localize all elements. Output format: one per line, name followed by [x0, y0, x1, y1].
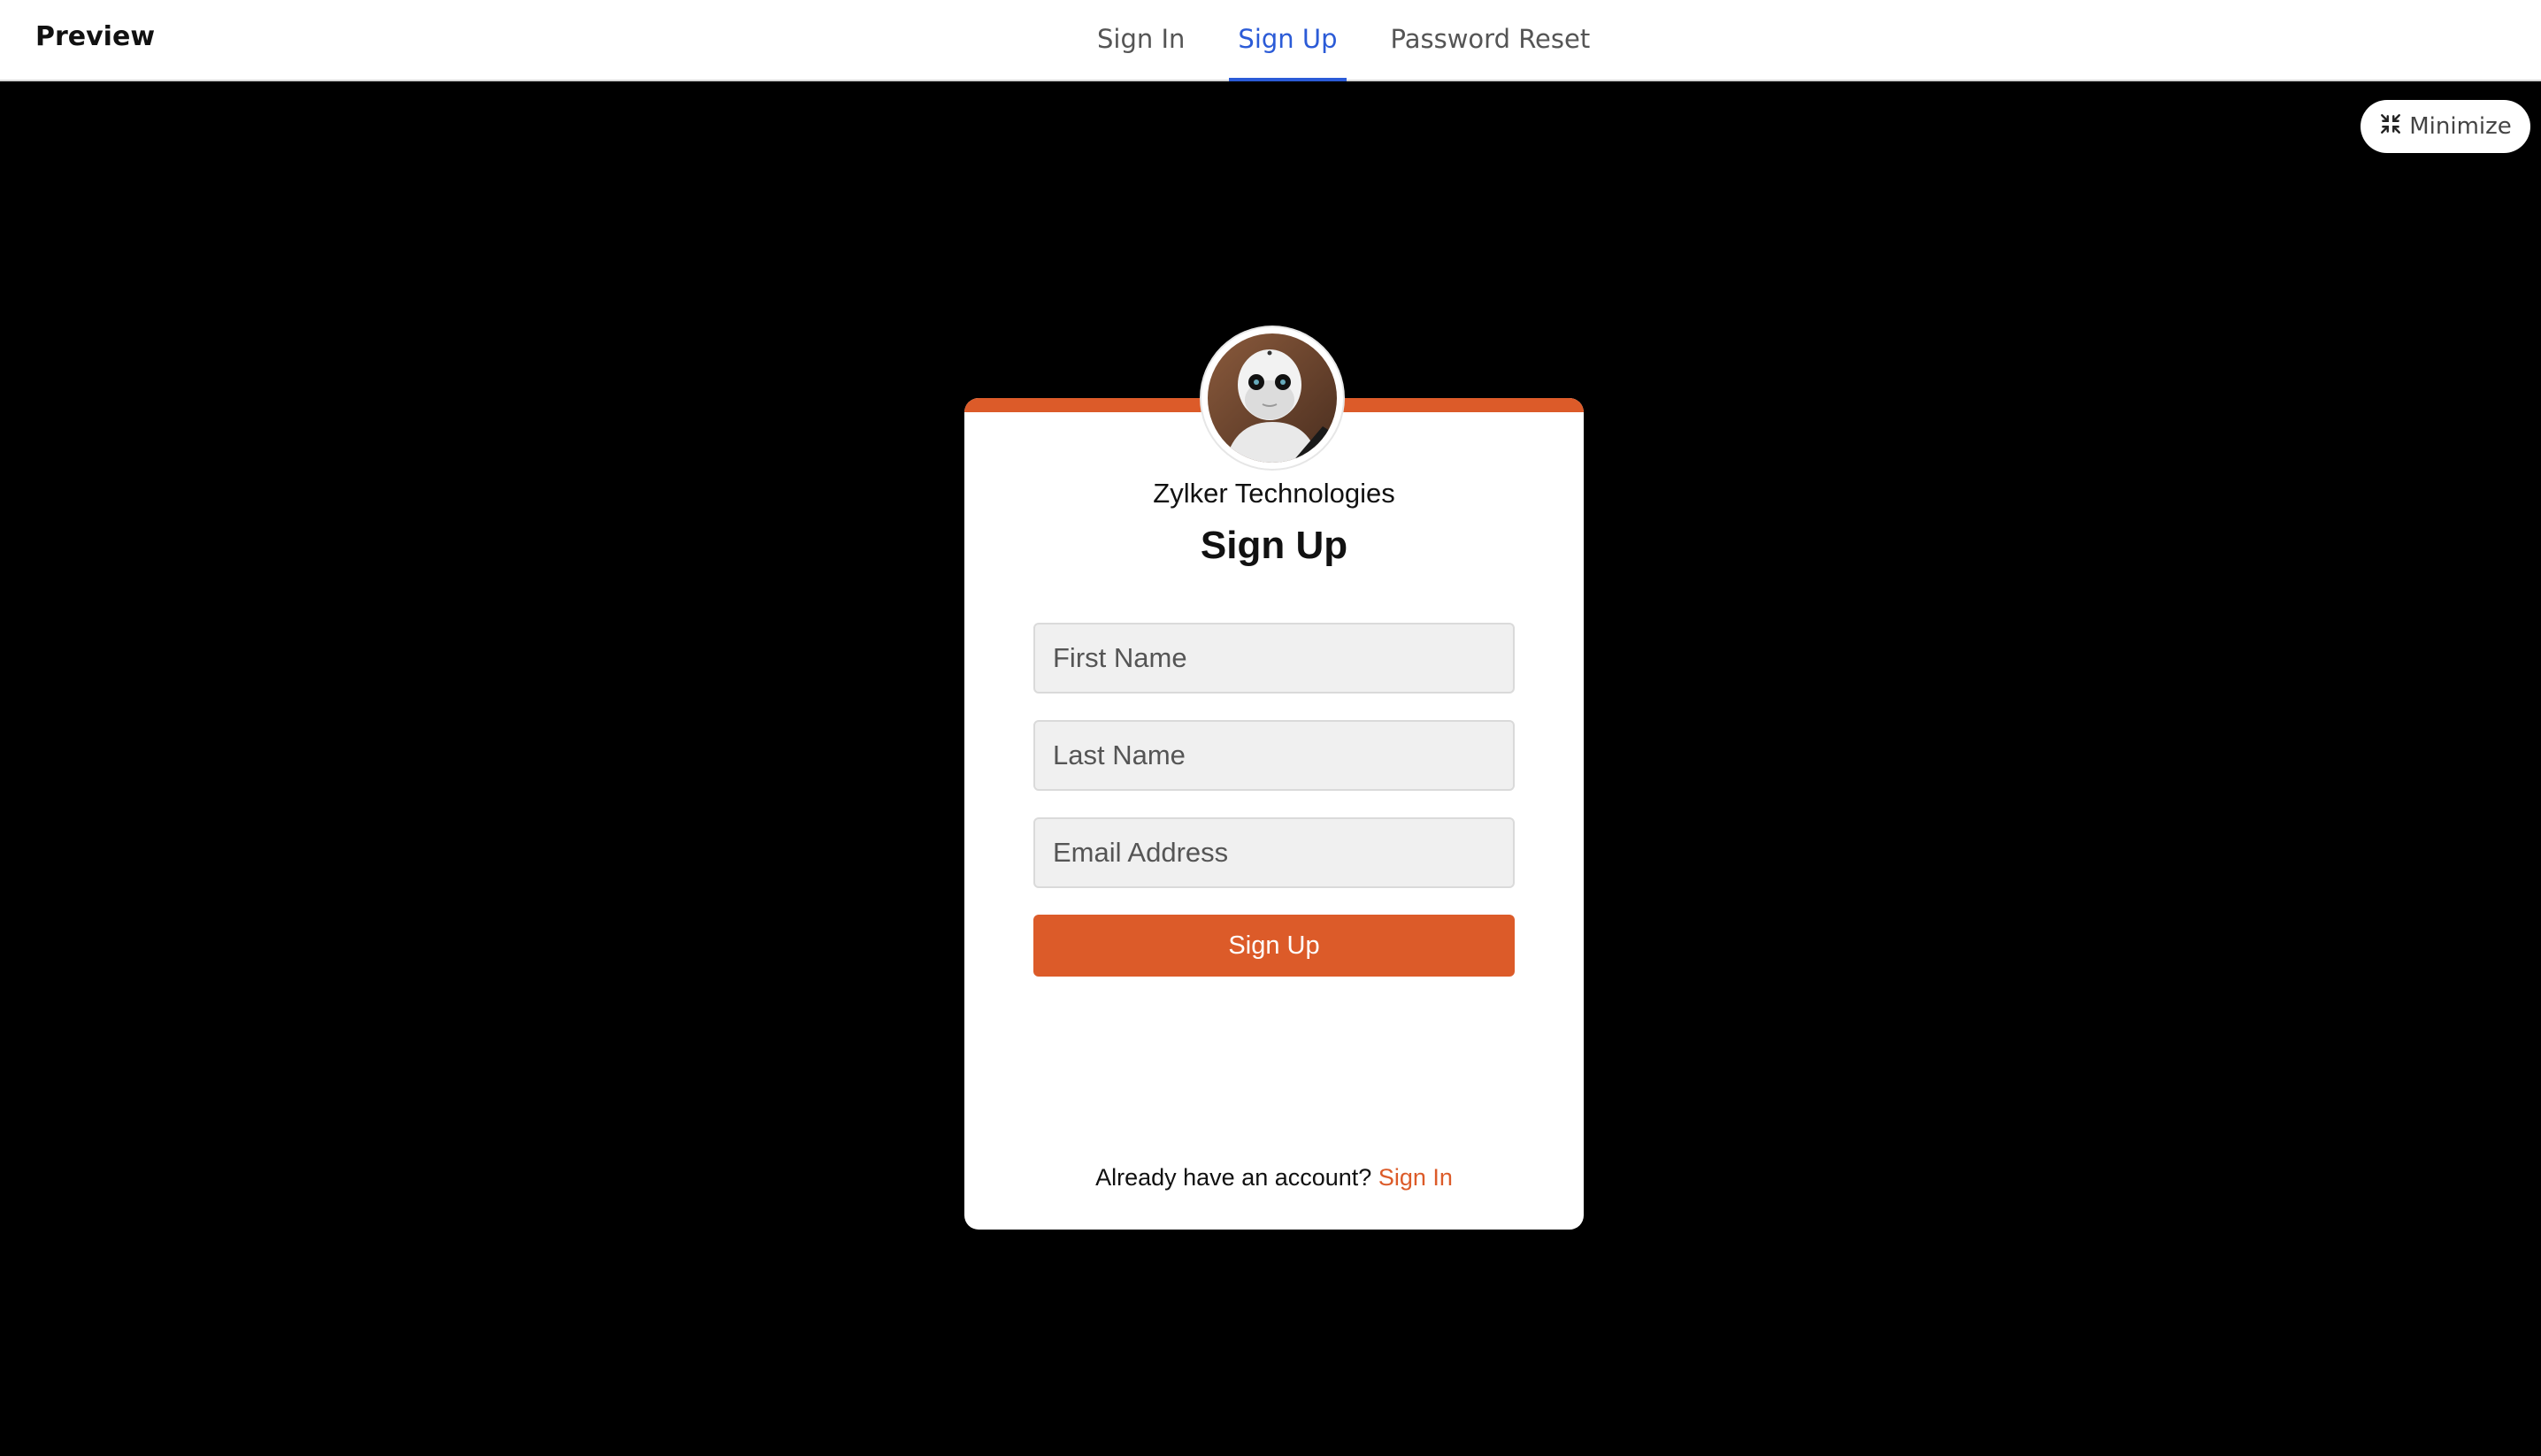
sign-up-button[interactable]: Sign Up [1033, 915, 1515, 977]
sign-in-prompt-text: Already have an account? [1095, 1164, 1372, 1191]
robot-avatar-icon [1208, 333, 1337, 463]
signup-card [964, 398, 1584, 1230]
minimize-arrows-icon [2379, 112, 2402, 142]
company-name: Zylker Technologies [1153, 478, 1395, 509]
first-name-field[interactable] [1033, 623, 1515, 694]
avatar [1201, 327, 1343, 469]
page-title: Sign Up [1200, 524, 1348, 567]
tab-bar: Sign In Sign Up Password Reset [1088, 0, 1634, 81]
minimize-button[interactable]: Minimize [2361, 100, 2530, 153]
app-title: Preview [35, 21, 156, 52]
minimize-label: Minimize [2409, 113, 2512, 140]
tab-sign-in[interactable]: Sign In [1088, 0, 1194, 81]
tab-password-reset[interactable]: Password Reset [1382, 0, 1600, 81]
sign-in-prompt: Already have an account? Sign In [964, 1164, 1584, 1192]
sign-in-link[interactable]: Sign In [1378, 1164, 1453, 1191]
email-field[interactable] [1033, 817, 1515, 888]
top-bar: Preview Sign In Sign Up Password Reset [0, 0, 2541, 81]
last-name-field[interactable] [1033, 720, 1515, 791]
tab-sign-up[interactable]: Sign Up [1229, 0, 1347, 81]
